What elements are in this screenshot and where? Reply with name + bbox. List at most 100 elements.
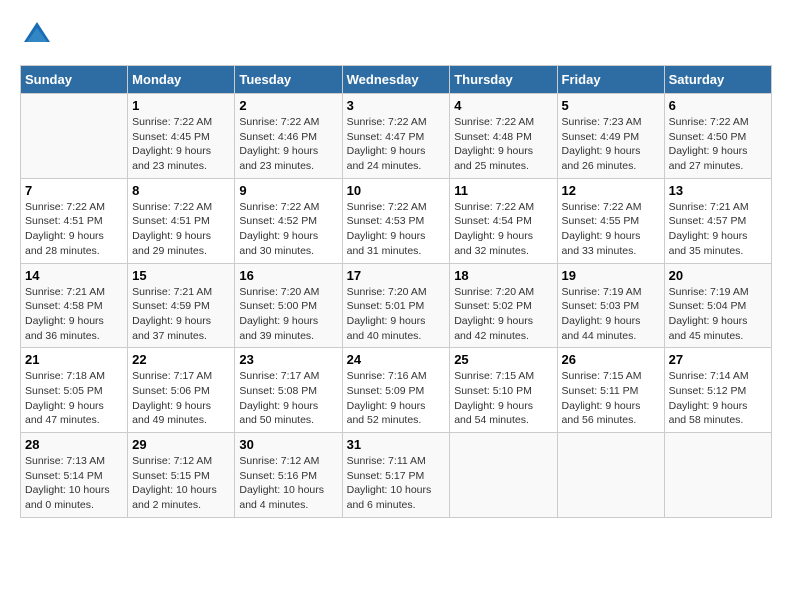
day-info: Sunrise: 7:19 AM Sunset: 5:03 PM Dayligh…	[562, 285, 660, 344]
day-info: Sunrise: 7:21 AM Sunset: 4:58 PM Dayligh…	[25, 285, 123, 344]
day-cell: 22 Sunrise: 7:17 AM Sunset: 5:06 PM Dayli…	[128, 348, 235, 433]
day-number: 25	[454, 352, 552, 367]
day-cell: 10 Sunrise: 7:22 AM Sunset: 4:53 PM Dayli…	[342, 178, 450, 263]
day-number: 4	[454, 98, 552, 113]
day-info: Sunrise: 7:12 AM Sunset: 5:16 PM Dayligh…	[239, 454, 337, 513]
day-cell: 30Sunrise: 7:12 AM Sunset: 5:16 PM Dayli…	[235, 433, 342, 518]
day-number: 5	[562, 98, 660, 113]
day-number: 2	[239, 98, 337, 113]
day-info: Sunrise: 7:23 AM Sunset: 4:49 PM Dayligh…	[562, 115, 660, 174]
day-info: Sunrise: 7:21 AM Sunset: 4:57 PM Dayligh…	[669, 200, 767, 259]
day-number: 11	[454, 183, 552, 198]
day-info: Sunrise: 7:18 AM Sunset: 5:05 PM Dayligh…	[25, 369, 123, 428]
day-number: 26	[562, 352, 660, 367]
day-number: 24	[347, 352, 446, 367]
day-cell: 12 Sunrise: 7:22 AM Sunset: 4:55 PM Dayli…	[557, 178, 664, 263]
weekday-header-friday: Friday	[557, 66, 664, 94]
day-cell: 27 Sunrise: 7:14 AM Sunset: 5:12 PM Dayli…	[664, 348, 771, 433]
day-info: Sunrise: 7:22 AM Sunset: 4:53 PM Dayligh…	[347, 200, 446, 259]
day-number: 10	[347, 183, 446, 198]
day-number: 12	[562, 183, 660, 198]
day-number: 7	[25, 183, 123, 198]
day-cell: 18 Sunrise: 7:20 AM Sunset: 5:02 PM Dayli…	[450, 263, 557, 348]
day-cell: 16Sunrise: 7:20 AM Sunset: 5:00 PM Dayli…	[235, 263, 342, 348]
logo	[20, 20, 52, 55]
page-header	[20, 20, 772, 55]
week-row-1: 1 Sunrise: 7:22 AM Sunset: 4:45 PM Daylig…	[21, 94, 772, 179]
day-info: Sunrise: 7:16 AM Sunset: 5:09 PM Dayligh…	[347, 369, 446, 428]
day-cell: 21Sunrise: 7:18 AM Sunset: 5:05 PM Dayli…	[21, 348, 128, 433]
day-cell: 9Sunrise: 7:22 AM Sunset: 4:52 PM Daylig…	[235, 178, 342, 263]
week-row-3: 14 Sunrise: 7:21 AM Sunset: 4:58 PM Dayli…	[21, 263, 772, 348]
day-number: 9	[239, 183, 337, 198]
day-cell	[450, 433, 557, 518]
day-cell: 4 Sunrise: 7:22 AM Sunset: 4:48 PM Daylig…	[450, 94, 557, 179]
week-row-5: 28 Sunrise: 7:13 AM Sunset: 5:14 PM Dayli…	[21, 433, 772, 518]
weekday-header-tuesday: Tuesday	[235, 66, 342, 94]
weekday-header-wednesday: Wednesday	[342, 66, 450, 94]
day-cell: 2Sunrise: 7:22 AM Sunset: 4:46 PM Daylig…	[235, 94, 342, 179]
day-info: Sunrise: 7:22 AM Sunset: 4:48 PM Dayligh…	[454, 115, 552, 174]
day-cell: 19 Sunrise: 7:19 AM Sunset: 5:03 PM Dayli…	[557, 263, 664, 348]
day-cell: 28 Sunrise: 7:13 AM Sunset: 5:14 PM Dayli…	[21, 433, 128, 518]
day-info: Sunrise: 7:12 AM Sunset: 5:15 PM Dayligh…	[132, 454, 230, 513]
day-info: Sunrise: 7:20 AM Sunset: 5:02 PM Dayligh…	[454, 285, 552, 344]
week-row-2: 7 Sunrise: 7:22 AM Sunset: 4:51 PM Daylig…	[21, 178, 772, 263]
day-cell: 15 Sunrise: 7:21 AM Sunset: 4:59 PM Dayli…	[128, 263, 235, 348]
day-number: 1	[132, 98, 230, 113]
day-info: Sunrise: 7:15 AM Sunset: 5:10 PM Dayligh…	[454, 369, 552, 428]
day-cell	[664, 433, 771, 518]
day-number: 31	[347, 437, 446, 452]
day-cell: 11 Sunrise: 7:22 AM Sunset: 4:54 PM Dayli…	[450, 178, 557, 263]
day-info: Sunrise: 7:17 AM Sunset: 5:06 PM Dayligh…	[132, 369, 230, 428]
day-info: Sunrise: 7:14 AM Sunset: 5:12 PM Dayligh…	[669, 369, 767, 428]
day-info: Sunrise: 7:17 AM Sunset: 5:08 PM Dayligh…	[239, 369, 337, 428]
day-number: 8	[132, 183, 230, 198]
day-number: 13	[669, 183, 767, 198]
weekday-header-thursday: Thursday	[450, 66, 557, 94]
day-number: 27	[669, 352, 767, 367]
weekday-header-row: SundayMondayTuesdayWednesdayThursdayFrid…	[21, 66, 772, 94]
weekday-header-sunday: Sunday	[21, 66, 128, 94]
day-cell: 7 Sunrise: 7:22 AM Sunset: 4:51 PM Daylig…	[21, 178, 128, 263]
day-info: Sunrise: 7:22 AM Sunset: 4:47 PM Dayligh…	[347, 115, 446, 174]
day-cell: 17Sunrise: 7:20 AM Sunset: 5:01 PM Dayli…	[342, 263, 450, 348]
logo-icon	[22, 20, 52, 50]
day-number: 29	[132, 437, 230, 452]
day-info: Sunrise: 7:22 AM Sunset: 4:51 PM Dayligh…	[25, 200, 123, 259]
day-cell: 1 Sunrise: 7:22 AM Sunset: 4:45 PM Daylig…	[128, 94, 235, 179]
day-number: 15	[132, 268, 230, 283]
day-cell: 20Sunrise: 7:19 AM Sunset: 5:04 PM Dayli…	[664, 263, 771, 348]
day-cell: 23 Sunrise: 7:17 AM Sunset: 5:08 PM Dayli…	[235, 348, 342, 433]
day-number: 3	[347, 98, 446, 113]
day-number: 23	[239, 352, 337, 367]
calendar-table: SundayMondayTuesdayWednesdayThursdayFrid…	[20, 65, 772, 518]
day-cell: 13 Sunrise: 7:21 AM Sunset: 4:57 PM Dayli…	[664, 178, 771, 263]
day-info: Sunrise: 7:22 AM Sunset: 4:45 PM Dayligh…	[132, 115, 230, 174]
day-info: Sunrise: 7:11 AM Sunset: 5:17 PM Dayligh…	[347, 454, 446, 513]
day-info: Sunrise: 7:22 AM Sunset: 4:55 PM Dayligh…	[562, 200, 660, 259]
weekday-header-monday: Monday	[128, 66, 235, 94]
weekday-header-saturday: Saturday	[664, 66, 771, 94]
day-cell	[21, 94, 128, 179]
day-cell	[557, 433, 664, 518]
day-number: 28	[25, 437, 123, 452]
day-cell: 6Sunrise: 7:22 AM Sunset: 4:50 PM Daylig…	[664, 94, 771, 179]
day-number: 19	[562, 268, 660, 283]
day-info: Sunrise: 7:13 AM Sunset: 5:14 PM Dayligh…	[25, 454, 123, 513]
day-number: 14	[25, 268, 123, 283]
day-cell: 29 Sunrise: 7:12 AM Sunset: 5:15 PM Dayli…	[128, 433, 235, 518]
week-row-4: 21Sunrise: 7:18 AM Sunset: 5:05 PM Dayli…	[21, 348, 772, 433]
day-cell: 31 Sunrise: 7:11 AM Sunset: 5:17 PM Dayli…	[342, 433, 450, 518]
day-cell: 5 Sunrise: 7:23 AM Sunset: 4:49 PM Daylig…	[557, 94, 664, 179]
day-cell: 8Sunrise: 7:22 AM Sunset: 4:51 PM Daylig…	[128, 178, 235, 263]
day-number: 22	[132, 352, 230, 367]
day-info: Sunrise: 7:15 AM Sunset: 5:11 PM Dayligh…	[562, 369, 660, 428]
day-number: 6	[669, 98, 767, 113]
day-cell: 3 Sunrise: 7:22 AM Sunset: 4:47 PM Daylig…	[342, 94, 450, 179]
day-info: Sunrise: 7:20 AM Sunset: 5:01 PM Dayligh…	[347, 285, 446, 344]
day-number: 18	[454, 268, 552, 283]
day-info: Sunrise: 7:22 AM Sunset: 4:54 PM Dayligh…	[454, 200, 552, 259]
day-number: 16	[239, 268, 337, 283]
day-info: Sunrise: 7:21 AM Sunset: 4:59 PM Dayligh…	[132, 285, 230, 344]
